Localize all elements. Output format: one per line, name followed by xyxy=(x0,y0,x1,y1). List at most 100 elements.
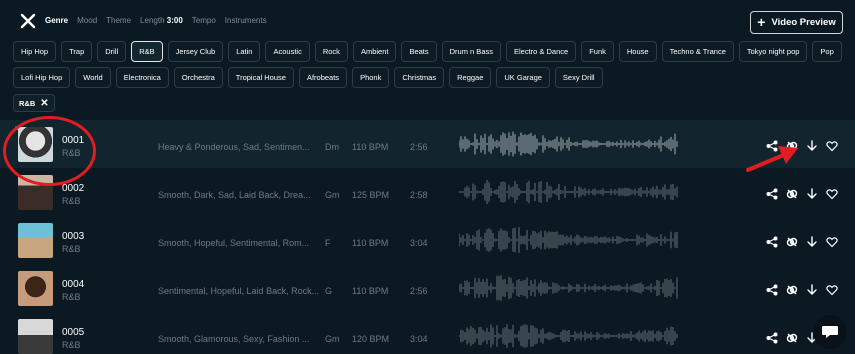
genre-chip-electro-and-dance[interactable]: Electro & Dance xyxy=(506,41,577,62)
tab-genre[interactable]: Genre xyxy=(45,16,68,25)
genre-chip-hip-hop[interactable]: Hip Hop xyxy=(13,41,57,62)
genre-chip-jersey-club[interactable]: Jersey Club xyxy=(167,41,224,62)
track-moods: Smooth, Dark, Sad, Laid Back, Drea... xyxy=(158,190,311,200)
download-icon[interactable] xyxy=(806,188,818,200)
genre-chip-techno-and-trance[interactable]: Techno & Trance xyxy=(661,41,734,62)
annotation-circle xyxy=(3,116,96,186)
track-duration: 2:56 xyxy=(410,142,428,152)
genre-chip-world[interactable]: World xyxy=(75,67,111,88)
heart-icon[interactable] xyxy=(826,188,838,200)
link-icon[interactable] xyxy=(786,332,798,344)
genre-chip-funk[interactable]: Funk xyxy=(581,41,614,62)
track-key: Gm xyxy=(325,190,340,200)
genre-chip-electronica[interactable]: Electronica xyxy=(115,67,169,88)
tab-length[interactable]: Length 3:00 xyxy=(140,16,183,25)
track-bpm: 125 BPM xyxy=(352,190,390,200)
waveform[interactable] xyxy=(459,129,679,159)
genre-chip-trap[interactable]: Trap xyxy=(61,41,93,62)
genre-chip-uk-garage[interactable]: UK Garage xyxy=(496,67,550,88)
track-moods: Heavy & Ponderous, Sad, Sentimen... xyxy=(158,142,310,152)
track-genre: R&B xyxy=(62,340,81,350)
genre-chip-drill[interactable]: Drill xyxy=(97,41,127,62)
genre-chip-reggae[interactable]: Reggae xyxy=(449,67,492,88)
plus-icon: + xyxy=(757,13,766,30)
genre-chip-rock[interactable]: Rock xyxy=(314,41,348,62)
remove-filter-icon[interactable]: ✕ xyxy=(40,98,48,109)
link-icon[interactable] xyxy=(786,188,798,200)
track-duration: 2:58 xyxy=(410,190,428,200)
track-actions xyxy=(766,284,838,296)
track-code: 0002 xyxy=(62,183,85,194)
track-duration: 2:56 xyxy=(410,286,428,296)
chat-icon xyxy=(822,326,838,338)
waveform[interactable] xyxy=(459,321,679,351)
heart-icon[interactable] xyxy=(826,284,838,296)
link-icon[interactable] xyxy=(786,236,798,248)
download-icon[interactable] xyxy=(806,140,818,152)
genre-chip-lofi-hip-hop[interactable]: Lofi Hip Hop xyxy=(13,67,71,88)
tab-instruments[interactable]: Instruments xyxy=(225,16,267,25)
track-bpm: 120 BPM xyxy=(352,334,390,344)
track-key: Gm xyxy=(325,334,340,344)
genre-chip-orchestra[interactable]: Orchestra xyxy=(173,67,223,88)
selected-filter-label: R&B xyxy=(19,98,36,108)
genre-chip-tropical-house[interactable]: Tropical House xyxy=(227,67,294,88)
share-icon[interactable] xyxy=(766,236,778,248)
track-genre: R&B xyxy=(62,244,81,254)
track-code: 0004 xyxy=(62,279,85,290)
track-thumbnail[interactable] xyxy=(18,223,53,258)
genre-chip-christmas[interactable]: Christmas xyxy=(394,67,445,88)
track-actions xyxy=(766,236,838,248)
track-genre: R&B xyxy=(62,196,81,206)
track-key: Dm xyxy=(325,142,339,152)
waveform[interactable] xyxy=(459,177,679,207)
annotation-arrow-icon xyxy=(746,146,798,172)
tab-length-label: Length xyxy=(140,16,165,25)
track-row[interactable]: 0003 R&B Smooth, Hopeful, Sentimental, R… xyxy=(0,216,855,264)
genre-chip-latin[interactable]: Latin xyxy=(228,41,261,62)
track-row[interactable]: 0004 R&B Sentimental, Hopeful, Laid Back… xyxy=(0,264,855,312)
genre-chip-drum-n-bass[interactable]: Drum n Bass xyxy=(441,41,501,62)
video-preview-button[interactable]: + Video Preview xyxy=(750,11,843,34)
track-key: F xyxy=(325,238,331,248)
genre-chip-ambient[interactable]: Ambient xyxy=(352,41,397,62)
genre-chip-beats[interactable]: Beats xyxy=(401,41,437,62)
top-bar: Genre Mood Theme Length 3:00 Tempo Instr… xyxy=(0,0,855,40)
download-icon[interactable] xyxy=(806,236,818,248)
waveform[interactable] xyxy=(459,273,679,303)
share-icon[interactable] xyxy=(766,284,778,296)
tab-theme[interactable]: Theme xyxy=(106,16,131,25)
genre-chip-randb[interactable]: R&B xyxy=(131,41,163,62)
download-icon[interactable] xyxy=(806,284,818,296)
genre-chip-afrobeats[interactable]: Afrobeats xyxy=(298,67,348,88)
track-bpm: 110 BPM xyxy=(352,286,389,296)
track-row[interactable]: 0001 R&B Heavy & Ponderous, Sad, Sentime… xyxy=(0,120,855,168)
genre-chip-tokyo-night-pop[interactable]: Tokyo night pop xyxy=(738,41,808,62)
track-thumbnail[interactable] xyxy=(18,271,53,306)
track-key: G xyxy=(325,286,333,296)
close-icon[interactable] xyxy=(20,13,36,29)
genre-chip-sexy-drill[interactable]: Sexy Drill xyxy=(554,67,603,88)
chat-button[interactable] xyxy=(813,315,847,349)
waveform[interactable] xyxy=(459,225,679,255)
tab-mood[interactable]: Mood xyxy=(77,16,97,25)
share-icon[interactable] xyxy=(766,332,778,344)
genre-chips-row-2: Lofi Hip Hop World Electronica Orchestra Tro… xyxy=(13,67,848,88)
genre-chip-house[interactable]: House xyxy=(618,41,657,62)
genre-chips-row-1: Hip Hop Trap Drill R&B Jersey Club Latin Acous… xyxy=(13,41,848,62)
link-icon[interactable] xyxy=(786,284,798,296)
track-code: 0005 xyxy=(62,327,85,338)
track-thumbnail[interactable] xyxy=(18,319,53,354)
genre-chip-pop[interactable]: Pop xyxy=(812,41,842,62)
heart-icon[interactable] xyxy=(826,140,838,152)
heart-icon[interactable] xyxy=(826,236,838,248)
tab-tempo[interactable]: Tempo xyxy=(192,16,216,25)
genre-chip-phonk[interactable]: Phonk xyxy=(352,67,390,88)
track-row[interactable]: 0002 R&B Smooth, Dark, Sad, Laid Back, D… xyxy=(0,168,855,216)
genre-chip-acoustic[interactable]: Acoustic xyxy=(265,41,310,62)
track-code: 0003 xyxy=(62,231,85,242)
share-icon[interactable] xyxy=(766,188,778,200)
selected-filter-chip[interactable]: R&B ✕ xyxy=(13,94,55,112)
track-actions xyxy=(766,188,838,200)
track-row[interactable]: 0005 R&B Smooth, Glamorous, Sexy, Fashio… xyxy=(0,312,855,354)
